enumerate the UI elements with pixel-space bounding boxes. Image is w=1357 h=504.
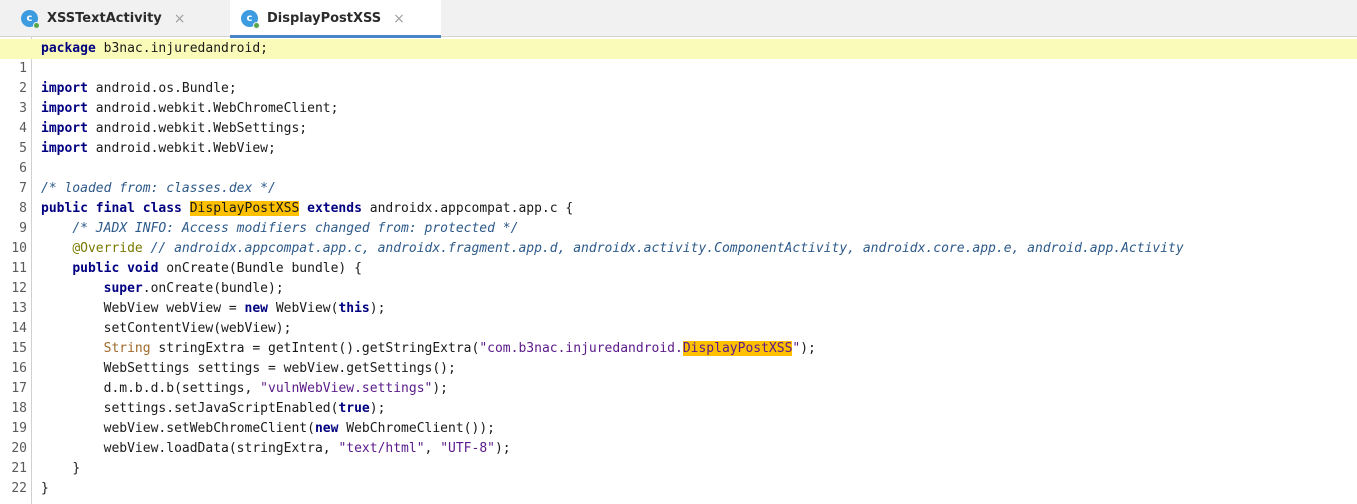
code-line-12[interactable]: 12 public void onCreate(Bundle bundle) {: [0, 259, 1357, 296]
code-line-13[interactable]: 13 super.onCreate(bundle);: [0, 279, 1357, 316]
code-line-23[interactable]: }: [0, 479, 1357, 499]
code-line-3[interactable]: 3 import android.os.Bundle;: [0, 79, 1357, 116]
editor-tab-bar: c XSSTextActivity × c DisplayPostXSS ×: [0, 0, 1357, 38]
java-class-icon: c: [241, 10, 260, 29]
code-line-21[interactable]: 21 webView.loadData(stringExtra, "text/h…: [0, 439, 1357, 476]
code-line-7[interactable]: 7: [0, 159, 1357, 196]
code-line-9[interactable]: 9 public final class DisplayPostXSS exte…: [0, 199, 1357, 236]
close-icon[interactable]: ×: [174, 11, 186, 27]
code-line-2[interactable]: 2: [0, 59, 1357, 96]
code-line-22[interactable]: 22 }: [0, 459, 1357, 496]
code-line-11[interactable]: 11 @Override // androidx.appcompat.app.c…: [0, 239, 1357, 276]
code-line-17[interactable]: 17 WebSettings settings = webView.getSet…: [0, 359, 1357, 396]
code-line-15[interactable]: 15 setContentView(webView);: [0, 319, 1357, 356]
code-line-8[interactable]: 8 /* loaded from: classes.dex */: [0, 179, 1357, 216]
tab-displaypostxss[interactable]: c DisplayPostXSS ×: [230, 0, 441, 38]
code-line-1[interactable]: 1 package b3nac.injuredandroid;: [0, 39, 1357, 76]
tab-label: DisplayPostXSS: [267, 11, 382, 26]
close-icon[interactable]: ×: [393, 11, 405, 27]
code-line-18[interactable]: 18 d.m.b.d.b(settings, "vulnWebView.sett…: [0, 379, 1357, 416]
code-line-5[interactable]: 5 import android.webkit.WebSettings;: [0, 119, 1357, 156]
java-class-icon: c: [21, 10, 40, 29]
code-line-4[interactable]: 4 import android.webkit.WebChromeClient;: [0, 99, 1357, 136]
code-line-20[interactable]: 20 webView.setWebChromeClient(new WebChr…: [0, 419, 1357, 456]
tab-label: XSSTextActivity: [47, 11, 162, 26]
code-line-14[interactable]: 14 WebView webView = new WebView(this);: [0, 299, 1357, 336]
code-line-16[interactable]: 16 String stringExtra = getIntent().getS…: [0, 339, 1357, 376]
code-line-6[interactable]: 6 import android.webkit.WebView;: [0, 139, 1357, 176]
search-highlight: DisplayPostXSS: [189, 201, 300, 216]
code-editor[interactable]: 1 package b3nac.injuredandroid; 2 3 impo…: [0, 37, 1357, 504]
code-line-10[interactable]: 10 /* JADX INFO: Access modifiers change…: [0, 219, 1357, 256]
code-line-19[interactable]: 19 settings.setJavaScriptEnabled(true);: [0, 399, 1357, 436]
tab-xsstextactivity[interactable]: c XSSTextActivity ×: [10, 0, 222, 37]
search-highlight: DisplayPostXSS: [682, 341, 793, 356]
